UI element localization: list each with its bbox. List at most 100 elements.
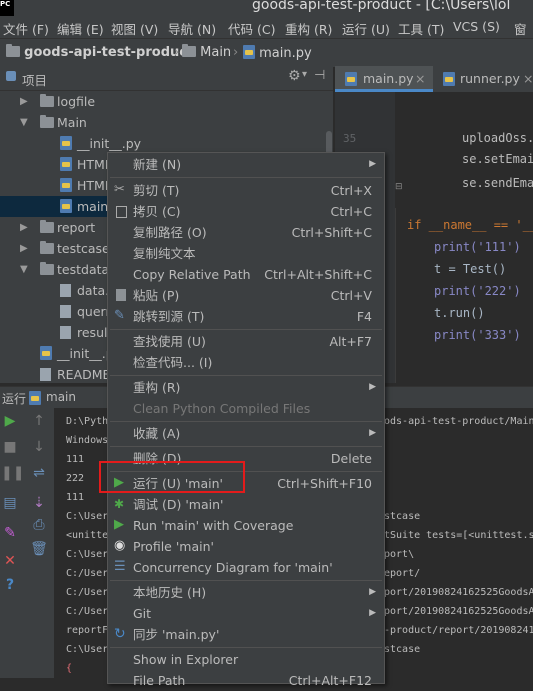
- run-config-name[interactable]: main: [46, 390, 76, 404]
- file-icon: [60, 284, 71, 297]
- folder-icon: [40, 220, 54, 233]
- submenu-arrow-icon: ▶: [369, 159, 376, 169]
- down-arrow-icon[interactable]: ↓: [30, 438, 48, 456]
- console-line: port/20190824162525GoodsAp: [384, 606, 533, 617]
- tab-runner-py[interactable]: runner.py ×: [439, 66, 533, 92]
- menu-item-concurrency-diagram[interactable]: ☰ Concurrency Diagram for 'main': [108, 557, 384, 578]
- menu-item-local-history[interactable]: 本地历史 (H) ▶: [108, 582, 384, 603]
- menu-item-sync[interactable]: ↻ 同步 'main.py': [108, 624, 384, 645]
- menu-item-refactor[interactable]: 重构 (R) ▶: [108, 377, 384, 398]
- menu-item-copy[interactable]: 拷贝 (C) Ctrl+C: [108, 201, 384, 222]
- code-line: t = Test(): [434, 262, 507, 276]
- dropdown-arrow-icon[interactable]: ▾: [302, 69, 307, 80]
- menu-item-copy-relative-path[interactable]: Copy Relative Path Ctrl+Alt+Shift+C: [108, 264, 384, 285]
- expand-arrow-icon[interactable]: ▶: [20, 238, 32, 259]
- menu-navigate[interactable]: 导航 (N): [168, 19, 216, 38]
- close-tab-icon[interactable]: ×: [415, 66, 425, 92]
- code-line: uploadOss.s: [462, 131, 533, 145]
- collapse-arrow-icon[interactable]: ▼: [20, 112, 32, 133]
- menu-item-show-in-explorer[interactable]: Show in Explorer: [108, 649, 384, 670]
- breadcrumb-project[interactable]: goods-api-test-product: [6, 44, 193, 60]
- submenu-arrow-icon: ▶: [369, 382, 376, 392]
- menu-item-run-coverage[interactable]: ▶ Run 'main' with Coverage: [108, 515, 384, 536]
- menu-separator: [110, 329, 382, 330]
- menu-code[interactable]: 代码 (C): [228, 19, 275, 38]
- file-icon: [40, 368, 51, 381]
- menu-edit[interactable]: 编辑 (E): [57, 19, 104, 38]
- print-icon[interactable]: ⎙: [30, 516, 48, 534]
- submenu-arrow-icon: ▶: [369, 587, 376, 597]
- menu-item-new[interactable]: 新建 (N) ▶: [108, 154, 384, 175]
- layout-icon[interactable]: ▤: [1, 494, 19, 512]
- breadcrumb-file[interactable]: main.py: [243, 45, 312, 61]
- window-title: goods-api-test-product - [C:\Users\lol: [252, 0, 511, 13]
- menu-item-inspect-code[interactable]: 检查代码... (I): [108, 352, 384, 373]
- console-line: stcase: [384, 511, 421, 522]
- code-area: uploadOss.s se.setEmail se.sendEmai if _…: [395, 92, 533, 383]
- python-file-icon: [443, 72, 455, 86]
- menu-file[interactable]: 文件 (F): [3, 19, 49, 38]
- menu-item-copy-plain-text[interactable]: 复制纯文本: [108, 243, 384, 264]
- paste-icon: [116, 289, 126, 301]
- code-line: if __name__ == '__: [407, 218, 533, 232]
- menu-view[interactable]: 视图 (V): [111, 19, 158, 38]
- tree-row-logfile[interactable]: ▶ logfile: [0, 91, 333, 112]
- menu-item-favorites[interactable]: 收藏 (A) ▶: [108, 423, 384, 444]
- trash-icon[interactable]: 🗑: [30, 540, 48, 558]
- jump-to-source-icon: ✎: [114, 308, 125, 323]
- tab-main-py[interactable]: main.py ×: [335, 66, 433, 92]
- hide-panel-icon[interactable]: ⊣: [314, 68, 325, 83]
- close-tab-icon[interactable]: ×: [523, 66, 533, 92]
- tree-row-main[interactable]: ▼ Main: [0, 112, 333, 133]
- menu-item-git[interactable]: Git ▶: [108, 603, 384, 624]
- file-icon: [60, 326, 71, 339]
- menu-tools[interactable]: 工具 (T): [398, 19, 444, 38]
- console-line: tSuite tests=[<unittest.su: [384, 530, 533, 541]
- menu-refactor[interactable]: 重构 (R): [285, 19, 332, 38]
- rerun-icon[interactable]: ▶: [1, 412, 19, 430]
- breadcrumb-folder[interactable]: Main: [182, 44, 231, 60]
- folder-icon: [40, 94, 54, 107]
- console-line: stcase: [384, 644, 421, 655]
- close-icon[interactable]: ✕: [1, 552, 19, 570]
- folder-icon: [40, 115, 54, 128]
- expand-arrow-icon[interactable]: ▶: [20, 217, 32, 238]
- menu-item-cut[interactable]: ✂ 剪切 (T) Ctrl+X: [108, 180, 384, 201]
- console-line: port\: [384, 549, 415, 560]
- menu-window[interactable]: 窗: [514, 19, 527, 38]
- menu-item-find-usages[interactable]: 查找使用 (U) Alt+F7: [108, 331, 384, 352]
- python-file-icon: [29, 391, 41, 405]
- pause-icon[interactable]: ❚❚: [1, 464, 24, 482]
- submenu-arrow-icon: ▶: [369, 608, 376, 618]
- python-file-icon: [40, 346, 52, 360]
- code-line: print('222'): [434, 284, 521, 298]
- folder-icon: [6, 44, 20, 57]
- code-line: se.sendEmai: [462, 176, 533, 190]
- up-arrow-icon[interactable]: ↑: [30, 412, 48, 430]
- folder-icon: [182, 44, 196, 57]
- menu-item-debug-main[interactable]: ✱ 调试 (D) 'main': [108, 494, 384, 515]
- run-toolbar: ▶ ↑ ■ ↓ ❚❚ ⇌ ▤ ⇣ ⎙ ✎ 🗑 ✕ ?: [0, 408, 54, 678]
- run-panel-title: 运行: [2, 392, 27, 406]
- pycharm-logo-icon: PC: [0, 0, 14, 16]
- menu-run[interactable]: 运行 (U): [342, 19, 390, 38]
- menu-item-jump-to-source[interactable]: ✎ 跳转到源 (T) F4: [108, 306, 384, 327]
- pin-icon[interactable]: ✎: [1, 524, 19, 542]
- project-panel-header: 项目 ⚙ ▾ ⊣: [0, 66, 333, 91]
- menu-item-file-path[interactable]: File Path Ctrl+Alt+F12: [108, 670, 384, 691]
- menu-separator: [110, 177, 382, 178]
- menu-item-paste[interactable]: 粘贴 (P) Ctrl+V: [108, 285, 384, 306]
- stop-icon[interactable]: ■: [1, 438, 19, 456]
- help-icon[interactable]: ?: [1, 576, 19, 594]
- scroll-end-icon[interactable]: ⇣: [30, 494, 48, 512]
- menu-vcs[interactable]: VCS (S): [453, 19, 500, 34]
- expand-arrow-icon[interactable]: ▶: [20, 91, 32, 112]
- settings-gear-icon[interactable]: ⚙: [288, 68, 301, 84]
- code-line: print('333'): [434, 328, 521, 342]
- menu-item-copy-path[interactable]: 复制路径 (O) Ctrl+Shift+C: [108, 222, 384, 243]
- tree-row-init[interactable]: __init__.py: [0, 133, 333, 154]
- menu-item-profile[interactable]: ◉ Profile 'main': [108, 536, 384, 557]
- python-file-icon: [60, 199, 72, 213]
- soft-wrap-icon[interactable]: ⇌: [30, 464, 48, 482]
- collapse-arrow-icon[interactable]: ▼: [20, 259, 32, 280]
